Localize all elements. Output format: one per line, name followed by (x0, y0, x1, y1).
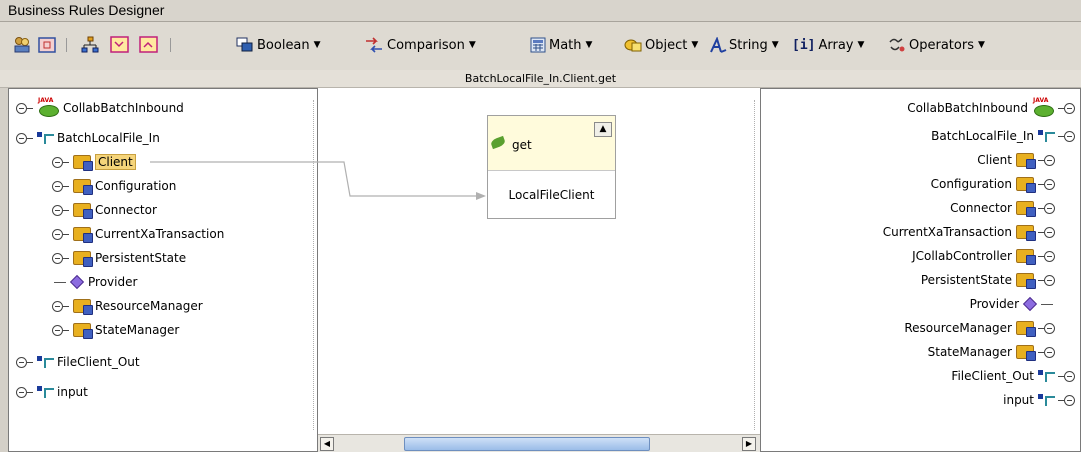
tree-label: Configuration (930, 177, 1012, 191)
tree-node-persistent-state-dest[interactable]: PersistentState (921, 270, 1055, 290)
tree-node-client-dest[interactable]: Client (977, 150, 1055, 170)
tree-label: Provider (969, 297, 1019, 311)
tree-label: BatchLocalFile_In (931, 129, 1034, 143)
tree-node-state-manager-dest[interactable]: StateManager (928, 342, 1055, 362)
class-folder-icon (1016, 273, 1036, 289)
horizontal-scrollbar[interactable]: ◀ ▶ (318, 434, 760, 452)
expand-handle-icon[interactable] (1064, 394, 1075, 406)
tree-label: input (1003, 393, 1034, 407)
tree-label: PersistentState (920, 273, 1012, 287)
expand-handle-icon[interactable] (1064, 370, 1075, 382)
otd-icon (1038, 130, 1055, 142)
tree-label: CollabBatchInbound (907, 101, 1028, 115)
method-name: get (512, 138, 532, 152)
expand-handle-icon[interactable] (1044, 274, 1055, 286)
class-folder-icon (1016, 177, 1036, 193)
class-folder-icon (1016, 249, 1036, 265)
method-box-get[interactable]: get ▲ LocalFileClient (487, 115, 616, 219)
tree-label: FileClient_Out (951, 369, 1034, 383)
tree-label: Client (977, 153, 1012, 167)
tree-node-batch-in-dest[interactable]: BatchLocalFile_In (931, 126, 1075, 146)
tree-node-current-xa-dest[interactable]: CurrentXaTransaction (883, 222, 1055, 242)
divider (754, 100, 755, 430)
tree-label: StateManager (927, 345, 1012, 359)
tree-node-provider-dest[interactable]: Provider (970, 294, 1053, 314)
method-parameter[interactable]: LocalFileClient (488, 188, 615, 202)
scroll-left-button[interactable]: ◀ (320, 437, 334, 451)
expand-handle-icon[interactable] (1044, 154, 1055, 166)
class-folder-icon (1016, 153, 1036, 169)
tree-node-input-dest[interactable]: input (1003, 390, 1075, 410)
tree-node-connector-dest[interactable]: Connector (950, 198, 1055, 218)
expand-handle-icon[interactable] (1044, 226, 1055, 238)
collapse-button[interactable]: ▲ (594, 122, 612, 137)
tree-label: JCollabController (912, 249, 1012, 263)
tree-label: ResourceManager (904, 321, 1012, 335)
scroll-thumb[interactable] (404, 437, 650, 451)
method-header: get ▲ (488, 116, 615, 171)
tree-node-collab-dest[interactable]: CollabBatchInbound (907, 97, 1075, 118)
expand-handle-icon[interactable] (1044, 250, 1055, 262)
expand-handle-icon[interactable] (1044, 178, 1055, 190)
tree-node-file-out-dest[interactable]: FileClient_Out (951, 366, 1075, 386)
expand-handle-icon[interactable] (1064, 130, 1075, 142)
otd-icon (1038, 394, 1055, 406)
class-folder-icon (1016, 345, 1036, 361)
tree-node-resource-manager-dest[interactable]: ResourceManager (904, 318, 1055, 338)
java-bean-icon (1032, 97, 1054, 117)
method-icon (489, 135, 507, 150)
class-folder-icon (1016, 201, 1036, 217)
expand-handle-icon[interactable] (1044, 202, 1055, 214)
expand-handle-icon[interactable] (1044, 322, 1055, 334)
expand-handle-icon[interactable] (1064, 102, 1075, 114)
property-diamond-icon (1022, 296, 1038, 312)
tree-node-jcollab-dest[interactable]: JCollabController (912, 246, 1055, 266)
class-folder-icon (1016, 225, 1036, 241)
expand-handle-icon[interactable] (1044, 346, 1055, 358)
tree-label: Connector (950, 201, 1012, 215)
tree-label: CurrentXaTransaction (882, 225, 1012, 239)
otd-icon (1038, 370, 1055, 382)
scroll-right-button[interactable]: ▶ (742, 437, 756, 451)
class-folder-icon (1016, 321, 1036, 337)
tree-node-configuration-dest[interactable]: Configuration (931, 174, 1055, 194)
